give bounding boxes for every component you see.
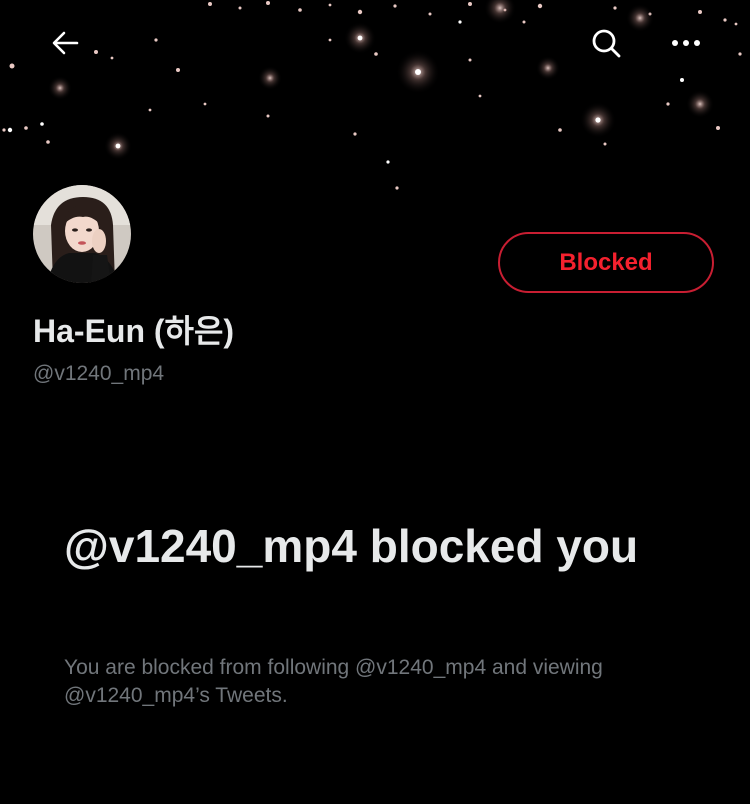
- search-button[interactable]: [577, 14, 635, 72]
- blocked-notice-description: You are blocked from following @v1240_mp…: [64, 656, 603, 707]
- avatar[interactable]: [30, 182, 134, 286]
- arrow-left-icon: [52, 31, 79, 55]
- blocked-notice-title: @v1240_mp4 blocked you: [64, 520, 639, 572]
- profile-handle: @v1240_mp4: [33, 362, 165, 385]
- search-icon: [592, 29, 621, 58]
- avatar-image: [33, 185, 131, 283]
- back-button[interactable]: [36, 14, 94, 72]
- blocked-button-label: Blocked: [559, 248, 653, 276]
- blocked-button[interactable]: Blocked: [498, 232, 714, 293]
- more-horizontal-icon: [672, 40, 700, 46]
- profile-display-name: Ha-Eun (하은): [33, 313, 235, 349]
- more-options-button[interactable]: [657, 14, 715, 72]
